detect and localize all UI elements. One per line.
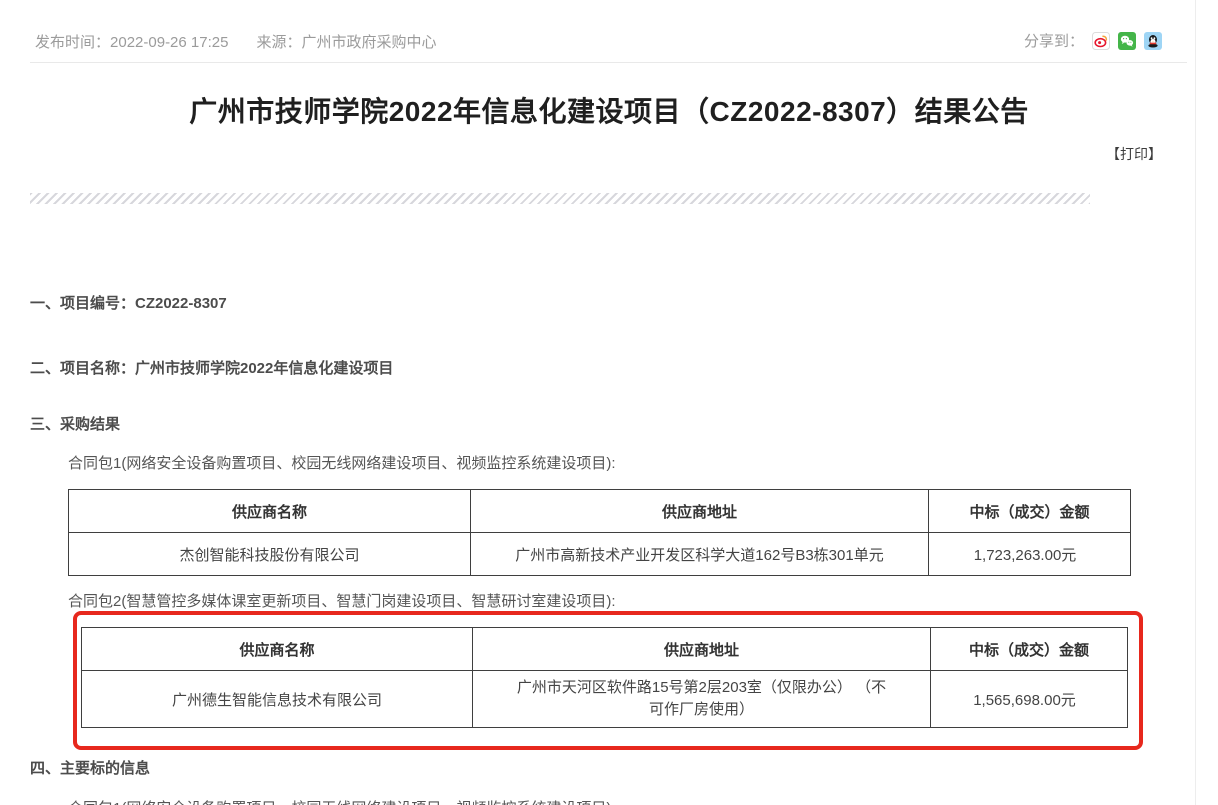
supplier-address-cell: 广州市高新技术产业开发区科学大道162号B3栋301单元 xyxy=(471,533,929,576)
column-header-award-amount: 中标（成交）金额 xyxy=(929,490,1131,533)
column-header-award-amount: 中标（成交）金额 xyxy=(931,628,1128,671)
section-project-name: 二、项目名称：广州市技师学院2022年信息化建设项目 xyxy=(30,357,393,378)
supplier-name-cell: 广州德生智能信息技术有限公司 xyxy=(82,671,473,728)
package2-label: 合同包2(智慧管控多媒体课室更新项目、智慧门岗建设项目、智慧研讨室建设项目): xyxy=(68,590,616,611)
award-amount-cell: 1,565,698.00元 xyxy=(931,671,1128,728)
package2-result-table: 供应商名称 供应商地址 中标（成交）金额 广州德生智能信息技术有限公司 广州市天… xyxy=(81,627,1128,728)
table-header-row: 供应商名称 供应商地址 中标（成交）金额 xyxy=(82,628,1128,671)
supplier-address-cell: 广州市天河区软件路15号第2层203室（仅限办公） （不可作厂房使用） xyxy=(473,671,931,728)
share-label: 分享到： xyxy=(1024,30,1084,51)
page-title: 广州市技师学院2022年信息化建设项目（CZ2022-8307）结果公告 xyxy=(0,90,1218,130)
clipped-bottom-text: 合同包1(网络安全设备购置项目、校园无线网络建设项目、视频监控系统建设项目): xyxy=(68,797,616,805)
column-header-supplier-name: 供应商名称 xyxy=(69,490,471,533)
print-button[interactable]: 【打印】 xyxy=(1106,144,1162,164)
column-header-supplier-address: 供应商地址 xyxy=(471,490,929,533)
table-row: 杰创智能科技股份有限公司 广州市高新技术产业开发区科学大道162号B3栋301单… xyxy=(69,533,1131,576)
share-bar: 分享到： xyxy=(1024,30,1162,51)
weibo-icon[interactable] xyxy=(1092,32,1110,50)
supplier-name-cell: 杰创智能科技股份有限公司 xyxy=(69,533,471,576)
hatched-divider xyxy=(30,193,1090,204)
wechat-icon[interactable] xyxy=(1118,32,1136,50)
publish-time-label: 发布时间： xyxy=(35,34,110,51)
package1-result-table: 供应商名称 供应商地址 中标（成交）金额 杰创智能科技股份有限公司 广州市高新技… xyxy=(68,489,1131,576)
source-label: 来源： xyxy=(256,34,301,51)
section-main-subject-info: 四、主要标的信息 xyxy=(30,757,150,778)
table-header-row: 供应商名称 供应商地址 中标（成交）金额 xyxy=(69,490,1131,533)
qq-icon[interactable] xyxy=(1144,32,1162,50)
header-divider xyxy=(30,62,1187,63)
source-value: 广州市政府采购中心 xyxy=(301,34,436,51)
column-header-supplier-name: 供应商名称 xyxy=(82,628,473,671)
column-header-supplier-address: 供应商地址 xyxy=(473,628,931,671)
award-amount-cell: 1,723,263.00元 xyxy=(929,533,1131,576)
section-procurement-result: 三、采购结果 xyxy=(30,413,120,434)
publish-time-value: 2022-09-26 17:25 xyxy=(110,34,228,51)
meta-bar: 发布时间：2022-09-26 17:25 来源：广州市政府采购中心 xyxy=(35,31,436,52)
table-row: 广州德生智能信息技术有限公司 广州市天河区软件路15号第2层203室（仅限办公）… xyxy=(82,671,1128,728)
package1-label: 合同包1(网络安全设备购置项目、校园无线网络建设项目、视频监控系统建设项目): xyxy=(68,452,616,473)
announcement-page: 发布时间：2022-09-26 17:25 来源：广州市政府采购中心 分享到： xyxy=(0,0,1218,805)
section-project-number: 一、项目编号：CZ2022-8307 xyxy=(30,292,227,313)
